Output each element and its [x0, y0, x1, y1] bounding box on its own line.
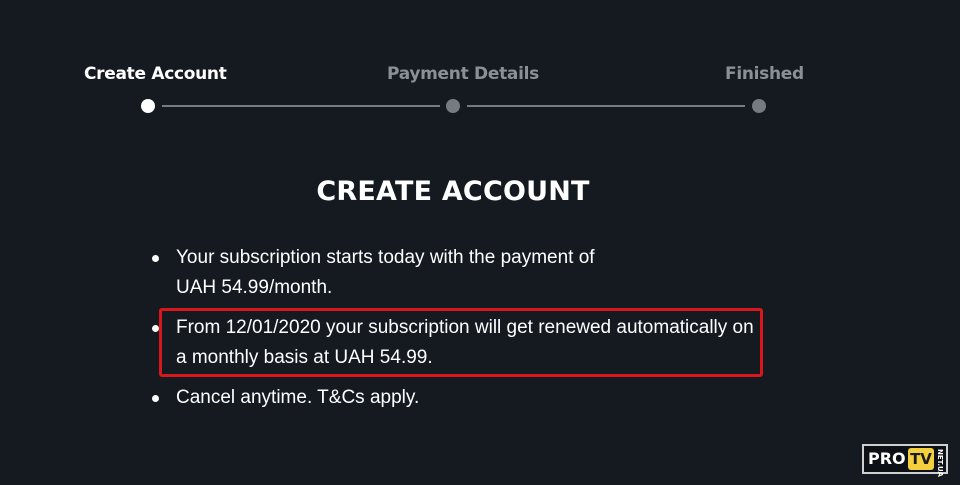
bullet-icon: [152, 255, 159, 262]
list-item-line: UAH 54.99/month.: [176, 277, 333, 298]
watermark-text-net: NET.UA: [936, 449, 944, 477]
watermark-text-pro: PRO: [868, 449, 906, 468]
page-title: CREATE ACCOUNT: [316, 176, 590, 207]
bullet-icon: [152, 325, 159, 332]
list-item: Cancel anytime. T&Cs apply.: [152, 383, 776, 413]
step-label-payment-details: Payment Details: [387, 64, 539, 84]
list-item-line: Your subscription starts today with the …: [176, 247, 595, 268]
list-item-line: Cancel anytime. T&Cs apply.: [176, 387, 420, 408]
step-label-create-account: Create Account: [84, 64, 227, 84]
step-dot-payment-details: [446, 99, 460, 113]
step-connector: [162, 105, 440, 107]
bullet-icon: [152, 395, 159, 402]
progress-stepper: Create Account Payment Details Finished: [0, 0, 960, 130]
list-item: Your subscription starts today with the …: [152, 243, 776, 303]
step-label-finished: Finished: [725, 64, 804, 84]
watermark-logo: PRO TV NET.UA: [862, 444, 948, 477]
step-connector: [467, 105, 745, 107]
step-dot-create-account: [141, 99, 155, 113]
step-dot-finished: [752, 99, 766, 113]
highlight-annotation-box: [159, 308, 763, 377]
watermark-text-tv: TV: [908, 448, 934, 470]
